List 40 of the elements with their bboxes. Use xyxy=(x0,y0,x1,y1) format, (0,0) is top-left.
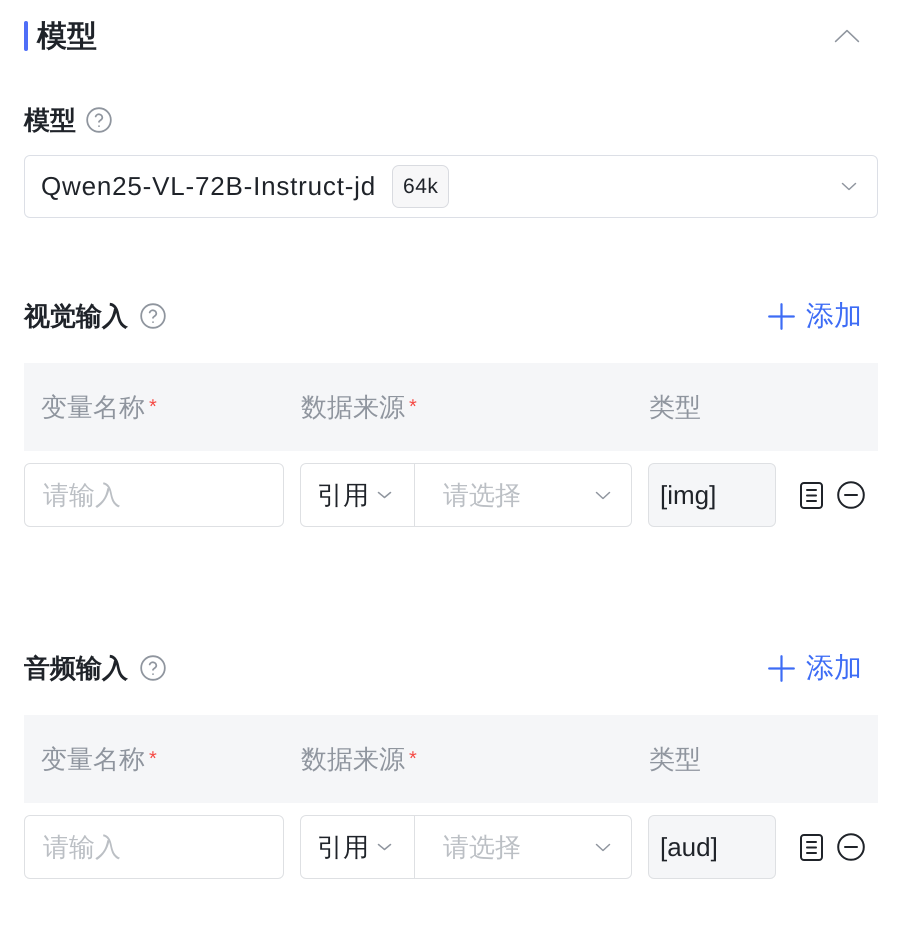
column-header: 变量名称 xyxy=(41,742,145,776)
help-icon[interactable] xyxy=(86,107,112,133)
field-label: 音频输入 xyxy=(24,652,128,684)
caret-icon xyxy=(595,842,611,852)
remove-icon[interactable] xyxy=(837,481,865,509)
field-label: 视觉输入 xyxy=(24,300,128,332)
caret-icon xyxy=(595,490,611,500)
help-icon[interactable] xyxy=(140,655,166,681)
plus-icon xyxy=(768,654,795,682)
column-header: 类型 xyxy=(649,390,701,424)
plus-icon xyxy=(768,302,795,330)
name-input[interactable]: 请输入 xyxy=(24,815,284,879)
column-header: 变量名称 xyxy=(41,390,145,424)
document-icon[interactable] xyxy=(800,834,823,860)
name-input[interactable]: 请输入 xyxy=(24,463,284,527)
column-header: 类型 xyxy=(649,742,701,776)
add-button[interactable]: 添加 xyxy=(768,649,862,687)
caret-icon xyxy=(377,491,392,499)
required-mark: * xyxy=(149,396,157,418)
accent-bar xyxy=(24,21,28,51)
type-field: [img] xyxy=(648,463,776,527)
caret-icon xyxy=(377,843,392,851)
add-button[interactable]: 添加 xyxy=(768,297,862,335)
section-title: 模型 xyxy=(37,18,97,54)
document-icon[interactable] xyxy=(800,482,823,508)
help-icon[interactable] xyxy=(140,303,166,329)
remove-icon[interactable] xyxy=(837,833,865,861)
required-mark: * xyxy=(149,748,157,770)
collapse-icon[interactable] xyxy=(834,29,860,43)
source-mode-select[interactable]: 引用 xyxy=(300,463,415,527)
type-field: [aud] xyxy=(648,815,776,879)
required-mark: * xyxy=(409,396,417,418)
context-tag: 64k xyxy=(392,165,450,208)
column-header: 数据来源 xyxy=(301,390,405,424)
column-header: 数据来源 xyxy=(301,742,405,776)
field-label: 模型 xyxy=(24,104,76,136)
source-mode-select[interactable]: 引用 xyxy=(300,815,415,879)
required-mark: * xyxy=(409,748,417,770)
caret-icon xyxy=(841,182,857,191)
model-select[interactable]: Qwen25-VL-72B-Instruct-jd 64k xyxy=(24,155,878,218)
